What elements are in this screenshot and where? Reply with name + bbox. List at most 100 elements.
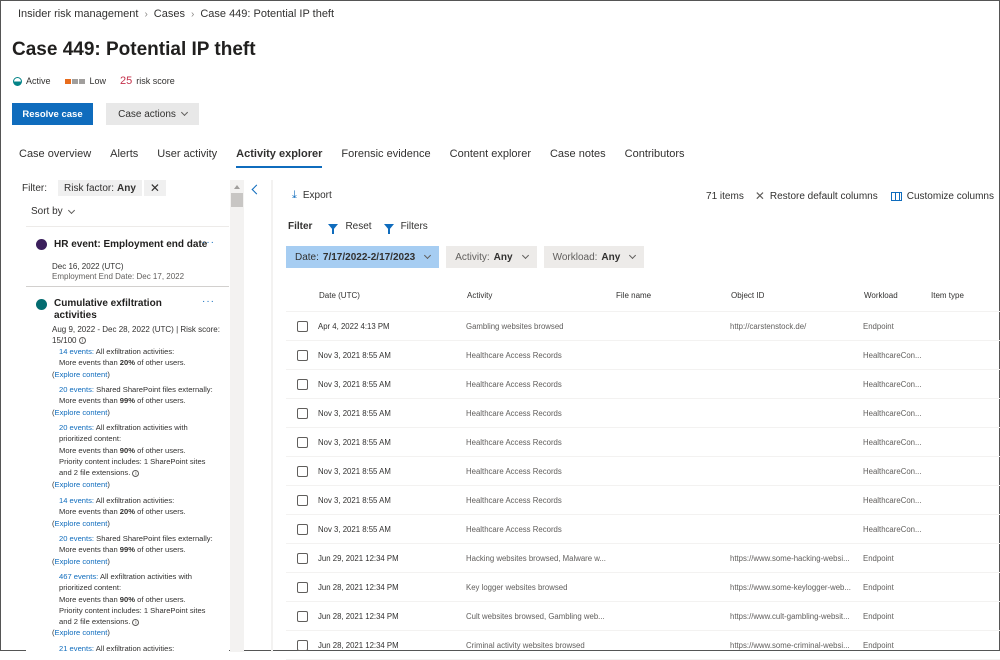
tab-activity-explorer[interactable]: Activity explorer xyxy=(236,148,323,168)
sort-by-dropdown[interactable]: Sort by xyxy=(31,206,75,217)
tab-forensic-evidence[interactable]: Forensic evidence xyxy=(341,148,430,168)
tab-user-activity[interactable]: User activity xyxy=(157,148,217,168)
cell-workload: HealthcareCon... xyxy=(863,524,922,534)
event-text: More events than xyxy=(59,445,120,455)
table-row[interactable]: Nov 3, 2021 8:55 AM Healthcare Access Rec… xyxy=(286,399,1000,428)
column-header-file-name[interactable]: File name xyxy=(616,291,731,300)
cell-workload: Endpoint xyxy=(863,640,894,650)
cell-date: Apr 4, 2022 4:13 PM xyxy=(318,321,390,331)
table-row[interactable]: Nov 3, 2021 8:55 AM Healthcare Access Rec… xyxy=(286,341,1000,370)
column-header-object-id[interactable]: Object ID xyxy=(731,291,864,300)
info-icon[interactable]: i xyxy=(132,618,140,626)
table-row[interactable]: Nov 3, 2021 8:55 AM Healthcare Access Rec… xyxy=(286,428,1000,457)
customize-columns-icon[interactable] xyxy=(890,191,902,201)
row-checkbox[interactable] xyxy=(297,320,308,332)
clear-filter-icon[interactable]: ✕ xyxy=(143,180,166,196)
cell-date: Nov 3, 2021 8:55 AM xyxy=(318,437,391,447)
table-row[interactable]: Nov 3, 2021 8:55 AM Healthcare Access Rec… xyxy=(286,515,1000,544)
row-checkbox[interactable] xyxy=(297,552,308,564)
activity-explorer-pane: ⤓ Export 71 items ✕ Restore default colu… xyxy=(274,180,1000,660)
row-checkbox[interactable] xyxy=(297,610,308,622)
row-checkbox[interactable] xyxy=(297,639,308,651)
column-header-activity[interactable]: Activity xyxy=(467,291,616,300)
explore-content-link[interactable]: (Explore content) xyxy=(52,627,110,638)
reset-button[interactable]: Reset xyxy=(345,221,371,232)
table-row[interactable]: Jun 28, 2021 12:34 PM Cult websites brows… xyxy=(286,602,1000,631)
date-filter-dropdown[interactable]: Date: 7/17/2022-2/17/2023 xyxy=(286,246,440,268)
events-link[interactable]: 20 events: xyxy=(59,385,94,394)
case-actions-button[interactable]: Case actions xyxy=(106,103,199,125)
chevron-right-icon: › xyxy=(190,8,195,20)
table-row[interactable]: Nov 3, 2021 8:55 AM Healthcare Access Rec… xyxy=(286,486,1000,515)
explore-content-link[interactable]: (Explore content) xyxy=(52,369,110,380)
risk-timeline-pane: Filter: Risk factor: Any ✕ Sort by HR eve… xyxy=(1,179,244,652)
info-icon[interactable]: i xyxy=(78,337,86,345)
column-header-date[interactable]: Date (UTC) xyxy=(319,291,467,300)
events-link[interactable]: 20 events: xyxy=(59,534,94,543)
row-checkbox[interactable] xyxy=(297,436,308,448)
column-header-item-type[interactable]: Item type xyxy=(931,291,991,300)
resolve-case-button[interactable]: Resolve case xyxy=(12,103,93,125)
filters-icon[interactable] xyxy=(383,223,394,234)
table-row[interactable]: Jun 28, 2021 12:34 PM Criminal activity w… xyxy=(286,631,1000,660)
workload-filter-dropdown[interactable]: Workload: Any xyxy=(543,246,645,268)
event-text: More events than xyxy=(59,358,120,368)
events-link[interactable]: 14 events: xyxy=(59,347,94,356)
row-checkbox[interactable] xyxy=(297,378,308,390)
breadcrumb-item[interactable]: Insider risk management xyxy=(18,8,138,20)
explore-content-link[interactable]: (Explore content) xyxy=(52,556,110,567)
timeline-card[interactable]: HR event: Employment end date ··· Dec 16… xyxy=(26,226,229,287)
close-icon[interactable]: ✕ xyxy=(755,189,765,203)
more-options-icon[interactable]: ··· xyxy=(202,296,215,307)
table-row[interactable]: Apr 4, 2022 4:13 PM Gambling websites bro… xyxy=(286,312,1000,341)
tab-contributors[interactable]: Contributors xyxy=(625,148,685,168)
table-row[interactable]: Nov 3, 2021 8:55 AM Healthcare Access Rec… xyxy=(286,457,1000,486)
explore-content-link[interactable]: (Explore content) xyxy=(52,479,110,490)
reset-filter-icon[interactable] xyxy=(328,223,339,234)
table-row[interactable]: Jun 29, 2021 12:34 PM Hacking websites br… xyxy=(286,544,1000,573)
scroll-up-arrow-icon[interactable] xyxy=(234,185,240,189)
explore-content-link[interactable]: (Explore content) xyxy=(52,407,110,418)
events-link[interactable]: 467 events: xyxy=(59,572,98,581)
event-percent: 90% xyxy=(119,445,135,455)
card-detail: Employment End Date: Dec 17, 2022 xyxy=(52,272,185,281)
filters-button[interactable]: Filters xyxy=(401,221,428,232)
breadcrumb: Insider risk management › Cases › Case 4… xyxy=(18,8,334,20)
cell-date: Nov 3, 2021 8:55 AM xyxy=(318,408,391,418)
tab-content-explorer[interactable]: Content explorer xyxy=(450,148,531,168)
restore-default-columns-button[interactable]: Restore default columns xyxy=(770,191,878,202)
tab-bar: Case overview Alerts User activity Activ… xyxy=(19,148,704,168)
cell-activity: Key logger websites browsed xyxy=(466,582,568,592)
row-checkbox[interactable] xyxy=(297,523,308,535)
export-button[interactable]: ⤓ Export xyxy=(292,189,332,202)
more-options-icon[interactable]: ··· xyxy=(202,237,215,248)
pill-key: Activity: xyxy=(455,251,490,263)
events-link[interactable]: 14 events: xyxy=(59,496,94,505)
row-checkbox[interactable] xyxy=(297,494,308,506)
left-pane-scrollbar[interactable] xyxy=(230,180,244,652)
row-checkbox[interactable] xyxy=(297,349,308,361)
event-text: of other users. xyxy=(135,396,186,406)
events-link[interactable]: 20 events: xyxy=(59,423,94,432)
row-checkbox[interactable] xyxy=(297,581,308,593)
event-summary: 467 events: All exfiltration activities … xyxy=(59,571,205,627)
breadcrumb-item[interactable]: Cases xyxy=(154,8,185,20)
customize-columns-button[interactable]: Customize columns xyxy=(907,191,994,202)
timeline-card[interactable]: Cumulative exfiltration activities ··· Au… xyxy=(26,288,229,652)
activity-filter-dropdown[interactable]: Activity: Any xyxy=(446,246,537,268)
table-row[interactable]: Nov 3, 2021 8:55 AM Healthcare Access Rec… xyxy=(286,370,1000,399)
tab-case-notes[interactable]: Case notes xyxy=(550,148,606,168)
row-checkbox[interactable] xyxy=(297,407,308,419)
collapse-pane-chevron-left-icon[interactable] xyxy=(249,183,261,197)
explore-content-link[interactable]: (Explore content) xyxy=(52,518,110,529)
tab-alerts[interactable]: Alerts xyxy=(110,148,138,168)
column-header-workload[interactable]: Workload xyxy=(864,291,931,300)
tab-case-overview[interactable]: Case overview xyxy=(19,148,91,168)
event-text: and 2 file extensions. xyxy=(59,468,131,478)
cell-date: Jun 28, 2021 12:34 PM xyxy=(318,582,399,592)
row-checkbox[interactable] xyxy=(297,465,308,477)
table-row[interactable]: Jun 28, 2021 12:34 PM Key logger websites… xyxy=(286,573,1000,602)
info-icon[interactable]: i xyxy=(132,469,140,477)
risk-factor-filter-chip[interactable]: Risk factor: Any xyxy=(58,180,142,196)
scrollbar-thumb[interactable] xyxy=(231,193,243,207)
